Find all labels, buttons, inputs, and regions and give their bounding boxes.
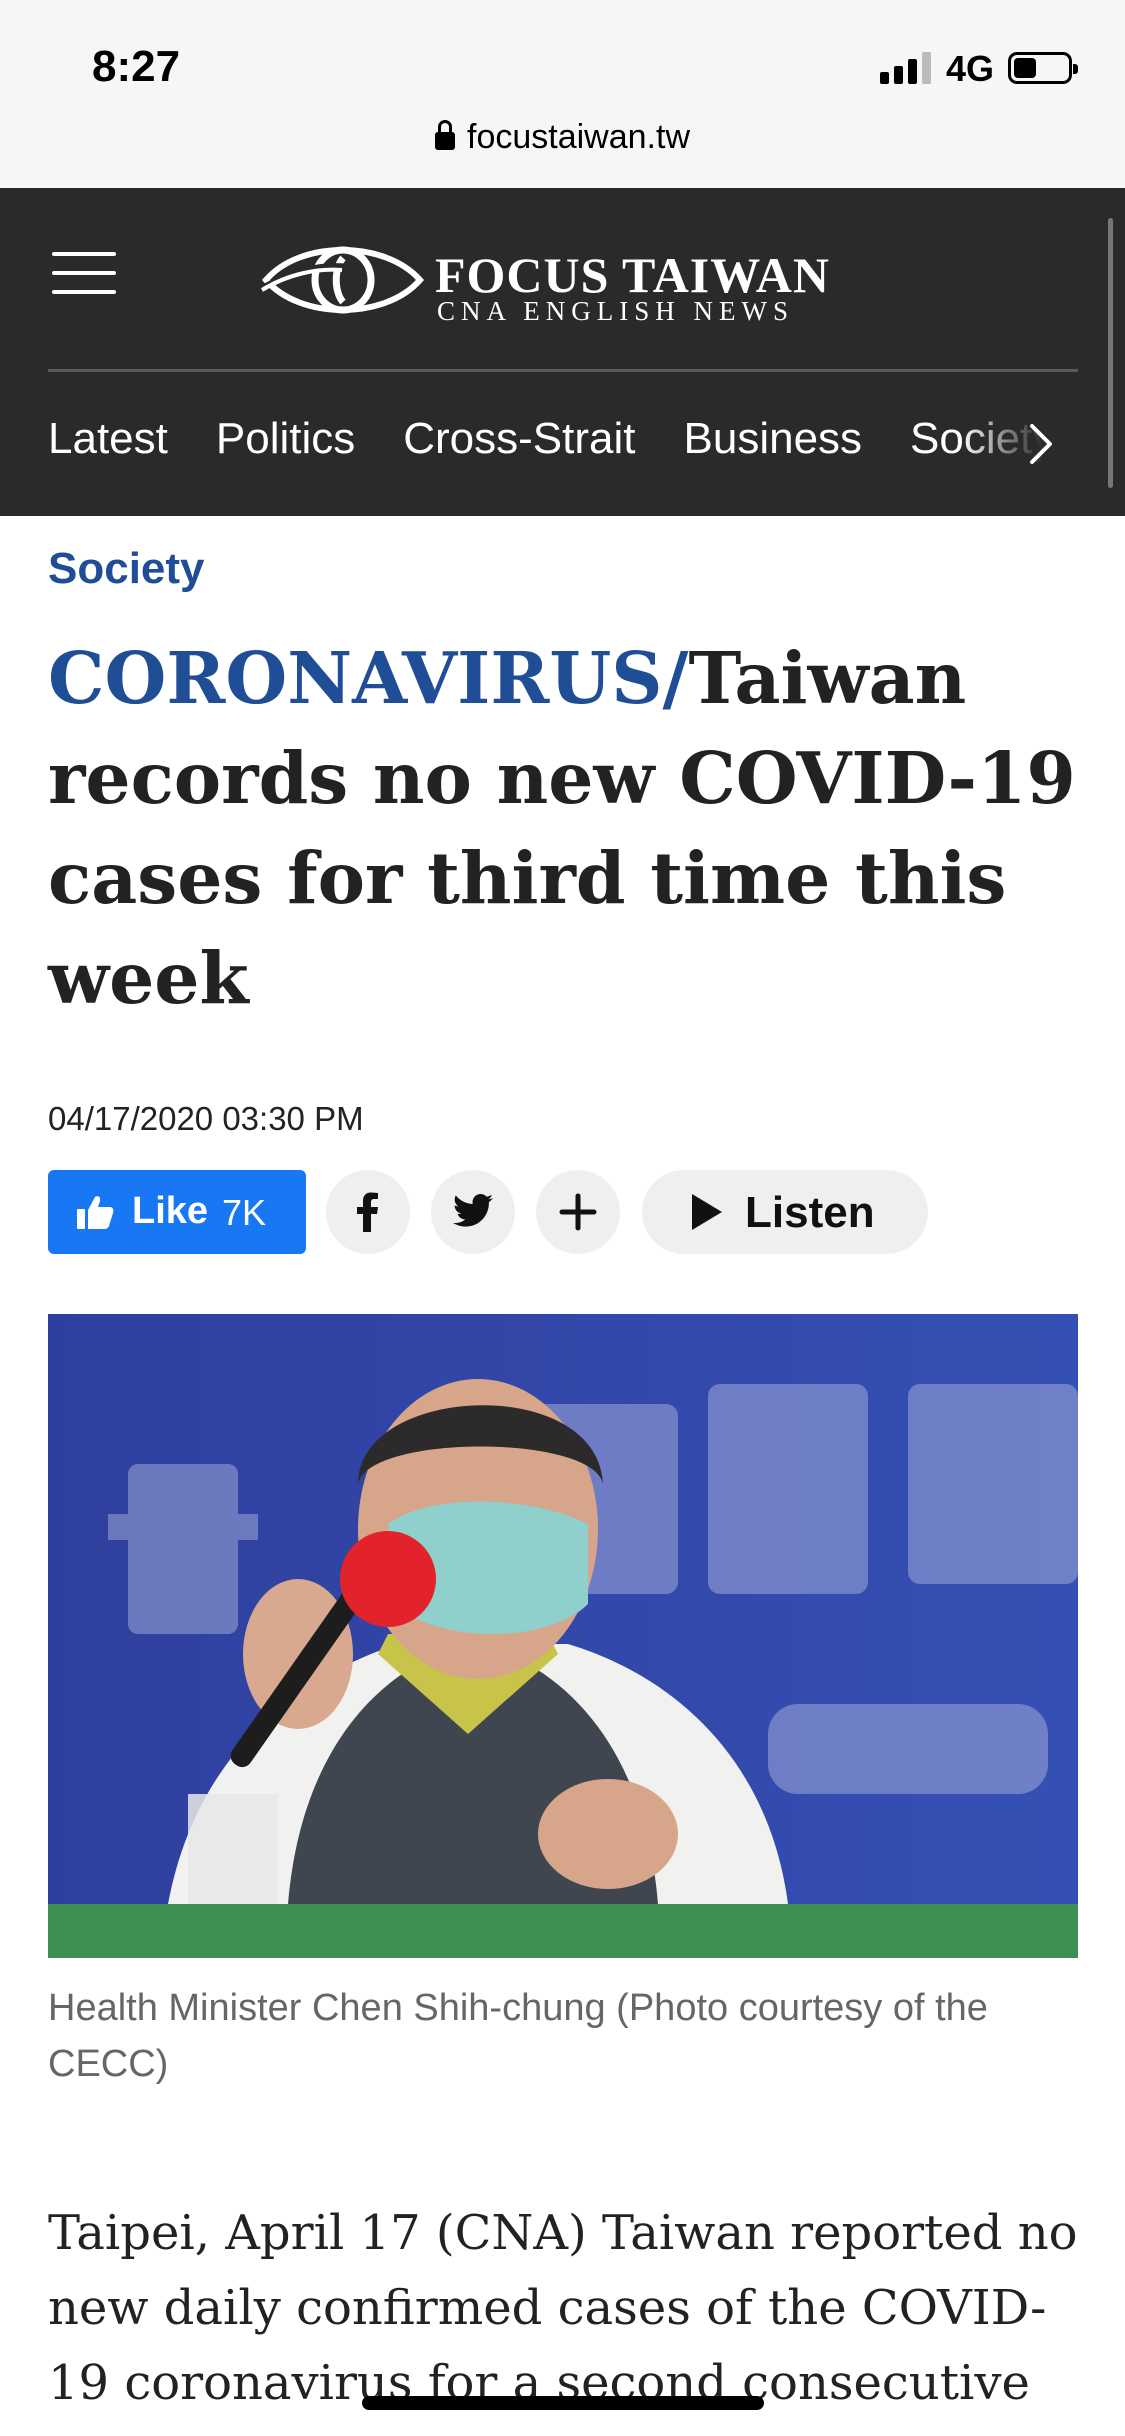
- listen-label: Listen: [745, 1188, 875, 1237]
- url-text: focustaiwan.tw: [467, 118, 690, 156]
- play-icon: [692, 1194, 722, 1230]
- status-time: 8:27: [92, 42, 181, 91]
- network-type: 4G: [946, 48, 995, 89]
- photo-illustration: [48, 1314, 1078, 1958]
- status-bar: 8:27 4G focustaiwan.tw: [0, 0, 1125, 188]
- twitter-icon: [453, 1194, 493, 1227]
- nav-item-cross-strait[interactable]: Cross-Strait: [403, 414, 635, 464]
- hamburger-menu-icon[interactable]: [52, 248, 116, 298]
- facebook-like-button[interactable]: Like 7K: [48, 1170, 306, 1254]
- section-nav: LatestPoliticsCross-StraitBusinessSociet…: [48, 414, 1078, 474]
- header-divider: [48, 369, 1078, 372]
- facebook-icon: [357, 1192, 378, 1232]
- twitter-share-button[interactable]: [431, 1170, 515, 1254]
- listen-button[interactable]: Listen: [642, 1170, 928, 1254]
- signal-icon: [880, 50, 932, 84]
- article-date: 04/17/2020 03:30 PM: [48, 1100, 364, 1137]
- nav-item-latest[interactable]: Latest: [48, 414, 168, 464]
- home-indicator[interactable]: [362, 2396, 764, 2410]
- site-header: FOCUS TAIWAN CNA ENGLISH NEWS Latest Poli…: [0, 188, 1125, 516]
- nav-item-business[interactable]: Business: [684, 414, 863, 464]
- address-bar[interactable]: focustaiwan.tw: [0, 118, 1125, 157]
- logo-subtitle: CNA ENGLISH NEWS: [437, 296, 794, 326]
- nav-item-politics[interactable]: Politics: [216, 414, 355, 464]
- eye-logo-icon: [260, 246, 424, 314]
- chevron-right-icon[interactable]: [1020, 420, 1060, 468]
- site-logo[interactable]: FOCUS TAIWAN CNA ENGLISH NEWS: [260, 234, 860, 326]
- article-category[interactable]: Society: [48, 544, 205, 594]
- like-label: Like: [132, 1190, 209, 1232]
- photo-caption: Health Minister Chen Shih-chung (Photo c…: [48, 1987, 988, 2085]
- lock-icon: [435, 120, 455, 150]
- headline-tag[interactable]: CORONAVIRUS: [48, 636, 663, 720]
- article-photo[interactable]: [48, 1314, 1078, 1958]
- plus-icon: [559, 1193, 597, 1231]
- like-count: 7K: [222, 1192, 267, 1233]
- battery-icon: [1008, 52, 1078, 84]
- nav-fade: [960, 414, 1078, 474]
- scrollbar[interactable]: [1108, 218, 1113, 488]
- facebook-share-button[interactable]: [326, 1170, 410, 1254]
- thumbs-up-icon: [77, 1196, 114, 1229]
- more-share-button[interactable]: [536, 1170, 620, 1254]
- headline-tag-separator: /: [662, 636, 689, 720]
- article-headline: CORONAVIRUS/Taiwan records no new COVID-…: [48, 628, 1078, 1028]
